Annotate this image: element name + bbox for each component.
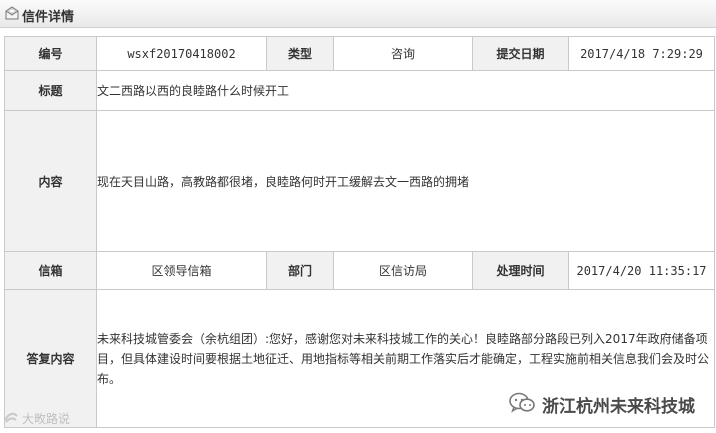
subject-label: 标题 (4, 70, 97, 111)
page-title: 信件详情 (22, 10, 75, 25)
table-row: 标题 文二西路以西的良睦路什么时候开工 (4, 70, 715, 111)
watermark-left-text: 大畋路说 (22, 412, 71, 426)
title-bar: 信件详情 (0, 0, 716, 28)
table-row: 编号 wsxf20170418002 类型 咨询 提交日期 2017/4/18 … (4, 36, 715, 71)
table-row: 内容 现在天目山路，高教路都很堵，良睦路何时开工缓解去文一西路的拥堵 (4, 110, 715, 252)
processed-time-label: 处理时间 (472, 251, 569, 290)
letter-detail-table: 编号 wsxf20170418002 类型 咨询 提交日期 2017/4/18 … (4, 36, 715, 428)
reply-label: 答复内容 (4, 289, 97, 428)
mailbox-value: 区领导信箱 (96, 251, 267, 290)
type-value: 咨询 (333, 36, 473, 71)
processed-time-value: 2017/4/20 11:35:17 (568, 251, 715, 290)
watermark-right-text: 浙江杭州未来科技城 (542, 397, 695, 417)
content-value: 现在天目山路，高教路都很堵，良睦路何时开工缓解去文一西路的拥堵 (96, 110, 715, 252)
department-value: 区信访局 (333, 251, 473, 290)
submit-date-value: 2017/4/18 7:29:29 (568, 36, 715, 71)
type-label: 类型 (266, 36, 334, 71)
watermark-logo-icon (3, 410, 19, 427)
watermark-right: 浙江杭州未来科技城 (508, 391, 695, 418)
wechat-icon (508, 391, 536, 418)
number-label: 编号 (4, 36, 97, 71)
content-label: 内容 (4, 110, 97, 252)
watermark-left: 大畋路说 (3, 410, 70, 427)
mailbox-label: 信箱 (4, 251, 97, 290)
number-value: wsxf20170418002 (96, 36, 267, 71)
submit-date-label: 提交日期 (472, 36, 569, 71)
table-row: 信箱 区领导信箱 部门 区信访局 处理时间 2017/4/20 11:35:17 (4, 251, 715, 290)
subject-value: 文二西路以西的良睦路什么时候开工 (96, 70, 715, 111)
department-label: 部门 (266, 251, 334, 290)
envelope-icon (4, 5, 20, 21)
